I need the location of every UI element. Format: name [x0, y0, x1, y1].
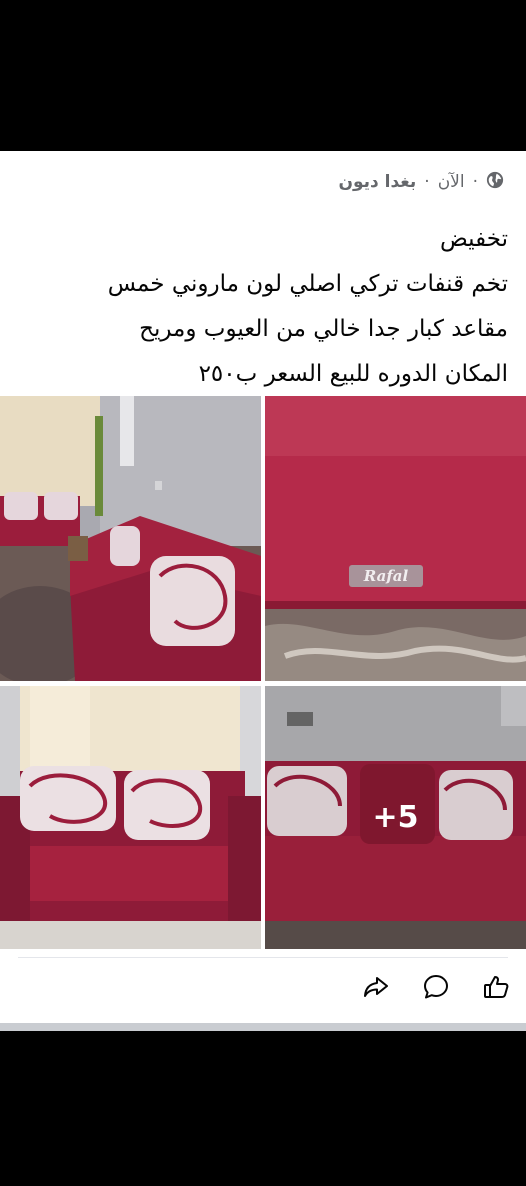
like-button[interactable] — [476, 969, 516, 1009]
post-text-line-4: المكان الدوره للبيع السعر ب٢٥٠ — [198, 361, 508, 387]
navigation-area-black — [0, 1031, 526, 1186]
post-time[interactable]: الآن — [438, 172, 465, 192]
comment-button[interactable] — [416, 969, 456, 1009]
post-card: بغدا ديون · الآن · تخفيض تخم قنفات تركي … — [0, 151, 526, 1031]
share-button[interactable] — [356, 969, 396, 1009]
thumbs-up-icon — [482, 973, 510, 1005]
post-separator-bar — [0, 1023, 526, 1031]
post-text-line-1: تخفيض — [439, 226, 508, 252]
brand-label: Rafal — [363, 567, 409, 585]
globe-icon — [486, 171, 504, 194]
loveseat-photo[interactable] — [0, 686, 261, 949]
action-bar — [0, 969, 526, 1009]
comment-icon — [422, 973, 450, 1005]
share-icon — [362, 973, 390, 1005]
post-header: بغدا ديون · الآن · — [338, 169, 504, 195]
photo-grid: Rafal +5 — [0, 396, 526, 951]
meta-separator: · — [424, 172, 430, 192]
status-area-black — [0, 0, 526, 151]
fabric-closeup-photo[interactable]: Rafal — [265, 396, 526, 681]
post-text-line-2: تخم قنفات تركي اصلي لون ماروني خمس — [107, 271, 508, 297]
action-divider — [18, 957, 508, 958]
more-photos-count[interactable]: +5 — [265, 686, 526, 949]
post-text-line-3: مقاعد كبار جدا خالي من العيوب ومريح — [139, 316, 508, 342]
meta-separator-2: · — [472, 172, 478, 192]
sofa-living-room-photo[interactable] — [0, 396, 261, 681]
author-name[interactable]: بغدا ديون — [338, 172, 416, 192]
post-body: تخفيض تخم قنفات تركي اصلي لون ماروني خمس… — [18, 217, 508, 397]
sofa-cushions-photo[interactable]: +5 — [265, 686, 526, 949]
